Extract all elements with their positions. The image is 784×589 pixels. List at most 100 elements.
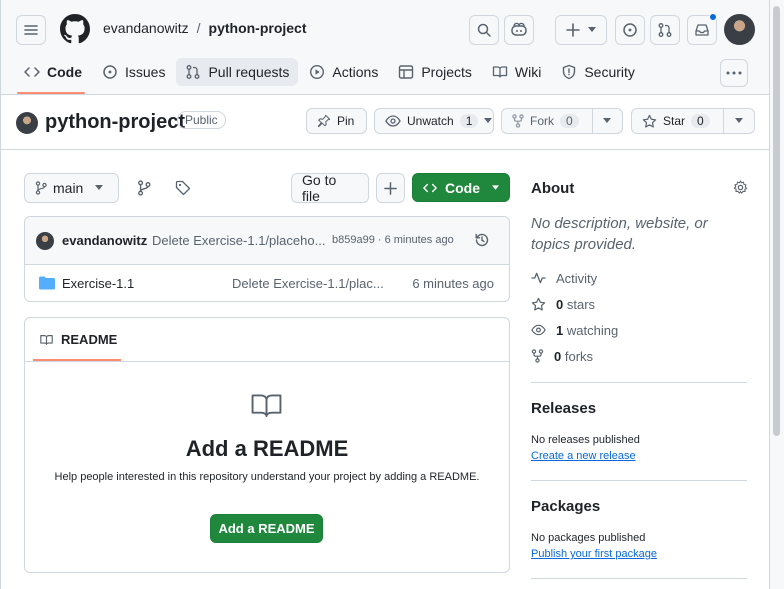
create-release-link[interactable]: Create a new release <box>531 450 636 462</box>
tab-issues[interactable]: Issues <box>93 58 174 86</box>
caret-down-icon <box>603 118 612 123</box>
kebab-horizontal-icon <box>726 71 742 75</box>
star-label: Star <box>663 114 686 128</box>
commit-meta[interactable]: b859a99 · 6 minutes ago <box>332 234 454 246</box>
branch-name: main <box>53 180 84 196</box>
tab-wiki-label: Wiki <box>514 64 542 80</box>
commit-author-avatar[interactable] <box>36 232 54 250</box>
forks-link[interactable]: 0 forks <box>531 343 747 369</box>
more-tabs-button[interactable] <box>720 59 748 87</box>
tab-pull-requests[interactable]: Pull requests <box>176 58 299 86</box>
unwatch-label: Unwatch <box>407 114 454 128</box>
pin-button[interactable]: Pin <box>306 108 367 134</box>
git-branch-icon <box>138 180 151 196</box>
notification-dot <box>709 13 717 21</box>
code-icon <box>24 67 40 77</box>
activity-link[interactable]: Activity <box>531 265 747 291</box>
breadcrumb-owner-link[interactable]: evandanowitz <box>103 20 189 36</box>
tags-link[interactable] <box>175 180 191 196</box>
branches-link[interactable] <box>137 180 151 196</box>
fork-button-group: Fork 0 <box>501 108 623 134</box>
tab-projects[interactable]: Projects <box>389 58 481 86</box>
code-button-label: Code <box>445 179 480 196</box>
about-heading: About <box>531 180 575 197</box>
tab-code[interactable]: Code <box>15 58 91 86</box>
tab-security[interactable]: Security <box>552 58 644 86</box>
history-icon[interactable] <box>474 232 490 248</box>
search-button[interactable] <box>469 15 499 45</box>
go-to-file-button[interactable]: Go to file <box>291 172 369 204</box>
add-readme-title: Add a README <box>185 436 349 461</box>
activity-label: Activity <box>556 270 598 286</box>
copilot-button[interactable] <box>504 15 534 45</box>
vertical-scrollbar[interactable] <box>770 0 784 589</box>
plus-icon <box>384 181 397 195</box>
issues-button[interactable] <box>615 15 645 45</box>
breadcrumb: evandanowitz / python-project <box>103 20 307 36</box>
file-name[interactable]: Exercise-1.1 <box>62 276 134 291</box>
issue-opened-icon <box>623 23 637 37</box>
latest-commit-row: evandanowitz Delete Exercise-1.1/placeho… <box>25 217 509 265</box>
add-readme-button[interactable]: Add a README <box>210 514 323 543</box>
file-row[interactable]: Exercise-1.1 Delete Exercise-1.1/plac...… <box>25 265 509 301</box>
global-header: evandanowitz / python-project Code Issue… <box>1 0 769 95</box>
owner-avatar[interactable] <box>16 112 38 134</box>
readme-tab[interactable]: README <box>61 332 117 347</box>
user-avatar[interactable] <box>724 14 755 45</box>
watching-link[interactable]: 1 watching <box>531 317 747 343</box>
star-button-group: Star 0 <box>631 108 755 134</box>
breadcrumb-separator: / <box>196 20 201 36</box>
book-icon <box>40 335 53 345</box>
tab-actions[interactable]: Actions <box>300 58 387 86</box>
caret-down-icon <box>735 118 743 123</box>
hamburger-menu-button[interactable] <box>16 15 46 45</box>
forks-label: forks <box>564 348 594 364</box>
add-file-button[interactable] <box>376 173 405 203</box>
caret-down-icon <box>588 27 596 32</box>
fork-dropdown-button[interactable] <box>592 109 622 133</box>
commit-author[interactable]: evandanowitz <box>62 233 147 248</box>
gear-icon[interactable] <box>733 180 748 195</box>
repo-title[interactable]: python-project <box>45 111 185 134</box>
repo-nav-tabs: Code Issues Pull requests Actions Projec… <box>15 58 644 86</box>
unwatch-button[interactable]: Unwatch 1 <box>374 108 494 134</box>
issue-icon <box>103 65 117 79</box>
stars-link[interactable]: 0 stars <box>531 291 747 317</box>
tab-wiki[interactable]: Wiki <box>483 58 550 86</box>
pulse-icon <box>531 272 546 284</box>
star-button[interactable]: Star 0 <box>632 109 723 133</box>
table-icon <box>399 65 414 79</box>
file-browser: evandanowitz Delete Exercise-1.1/placeho… <box>24 216 510 302</box>
fork-count: 0 <box>560 114 579 128</box>
git-pull-request-icon <box>658 23 672 37</box>
tab-code-label: Code <box>47 64 82 80</box>
file-commit-time: 6 minutes ago <box>412 276 494 291</box>
caret-down-icon <box>492 184 499 190</box>
pin-icon <box>317 114 331 128</box>
github-logo-icon[interactable] <box>60 14 90 44</box>
scrollbar-thumb[interactable] <box>773 6 780 436</box>
pull-request-icon <box>187 65 200 79</box>
pull-requests-button[interactable] <box>650 15 680 45</box>
fork-button[interactable]: Fork 0 <box>502 109 592 133</box>
branch-select-button[interactable]: main <box>24 173 119 203</box>
releases-heading[interactable]: Releases <box>531 400 596 417</box>
star-icon <box>531 297 546 311</box>
divider <box>531 382 747 383</box>
create-new-button[interactable] <box>555 15 607 45</box>
folder-icon <box>39 276 55 290</box>
star-count: 0 <box>691 114 710 128</box>
packages-heading[interactable]: Packages <box>531 498 600 515</box>
tab-security-label: Security <box>584 64 635 80</box>
fork-label: Fork <box>530 114 554 128</box>
file-commit-message[interactable]: Delete Exercise-1.1/plac... <box>232 276 384 291</box>
star-dropdown-button[interactable] <box>723 109 754 133</box>
commit-message[interactable]: Delete Exercise-1.1/placeho... <box>152 233 325 248</box>
breadcrumb-repo-link[interactable]: python-project <box>209 20 307 36</box>
shield-icon <box>563 64 576 80</box>
eye-icon <box>385 115 401 127</box>
active-tab-underline <box>17 92 85 94</box>
book-icon <box>492 66 508 78</box>
code-dropdown-button[interactable]: Code <box>412 173 510 202</box>
publish-package-link[interactable]: Publish your first package <box>531 548 657 560</box>
